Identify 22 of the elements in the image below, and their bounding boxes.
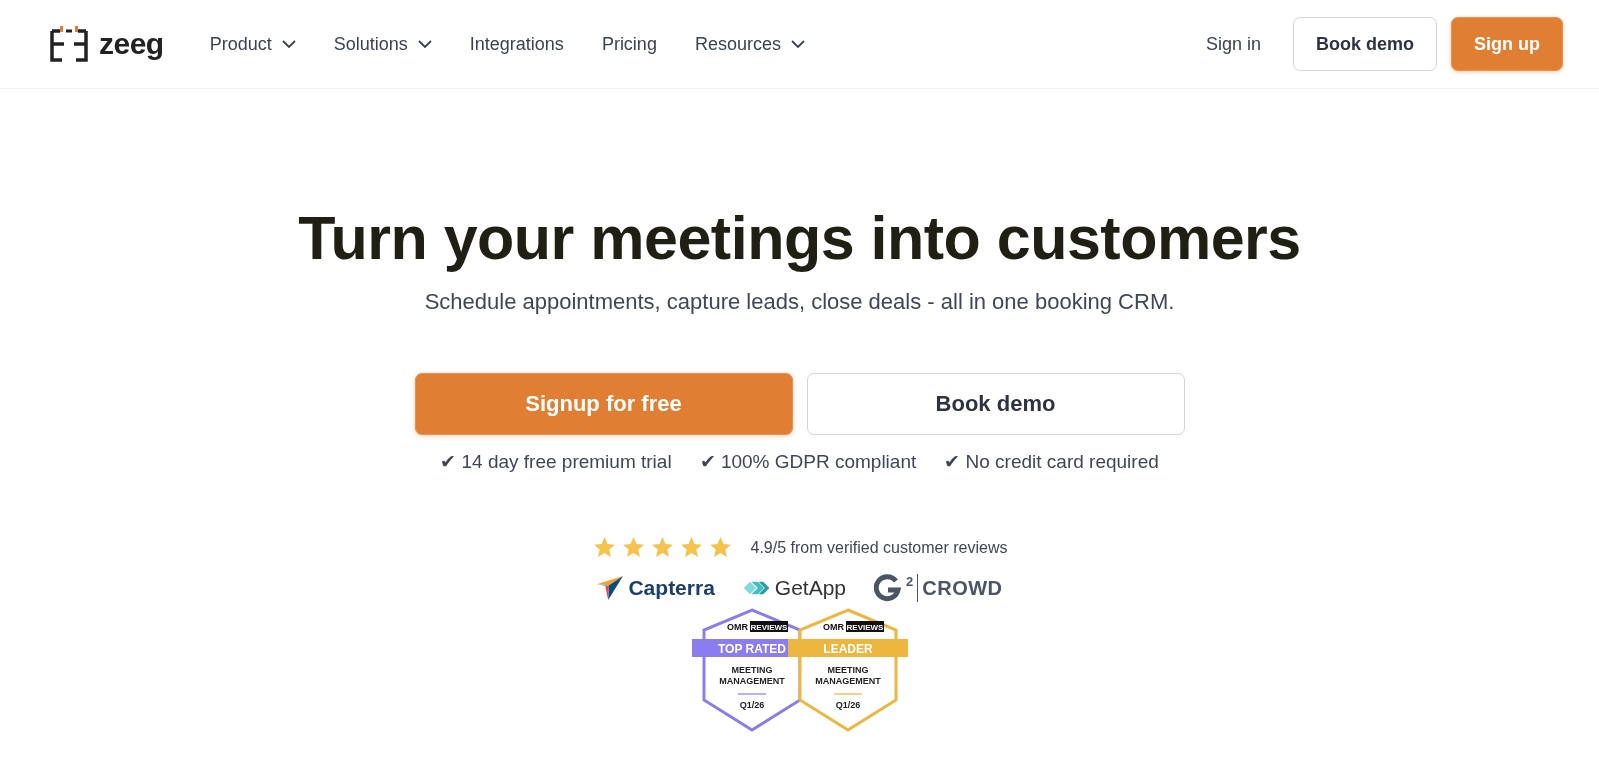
book-demo-button[interactable]: Book demo [806,373,1185,435]
getapp-logo-text: GetApp [774,576,847,600]
nav-link[interactable]: Integrations [469,33,564,55]
benefit-text: ✔ 14 day free premium trial [440,450,672,473]
logo-icon [49,25,89,63]
capterra-logo-text: Capterra [628,576,715,600]
nav-link[interactable]: Solutions [333,33,432,55]
hero-subtitle: Schedule appointments, capture leads, close deals - all in one booking CRM. [424,289,1175,315]
book-demo-button[interactable]: Book demo [1293,17,1437,71]
logo-text[interactable]: zeeg [99,27,164,61]
g2-superscript: 2 [906,574,919,602]
rating-summary: 4.9/5 from verified customer reviews [750,538,1008,557]
benefit-text: ✔ 100% GDPR compliant [699,450,917,473]
benefit-text: ✔ No credit card required [944,450,1159,473]
sign-in-link[interactable]: Sign in [1205,33,1261,55]
nav-link[interactable]: Pricing [601,33,657,55]
g-letter-icon [874,574,903,602]
hero-heading: Turn your meetings into customers [298,203,1301,273]
nav-link[interactable]: Product [209,33,296,55]
paper-plane-icon [596,575,625,601]
crowd-logo-text: CROWD [922,576,1003,600]
nav-link[interactable]: Resources [694,33,805,55]
